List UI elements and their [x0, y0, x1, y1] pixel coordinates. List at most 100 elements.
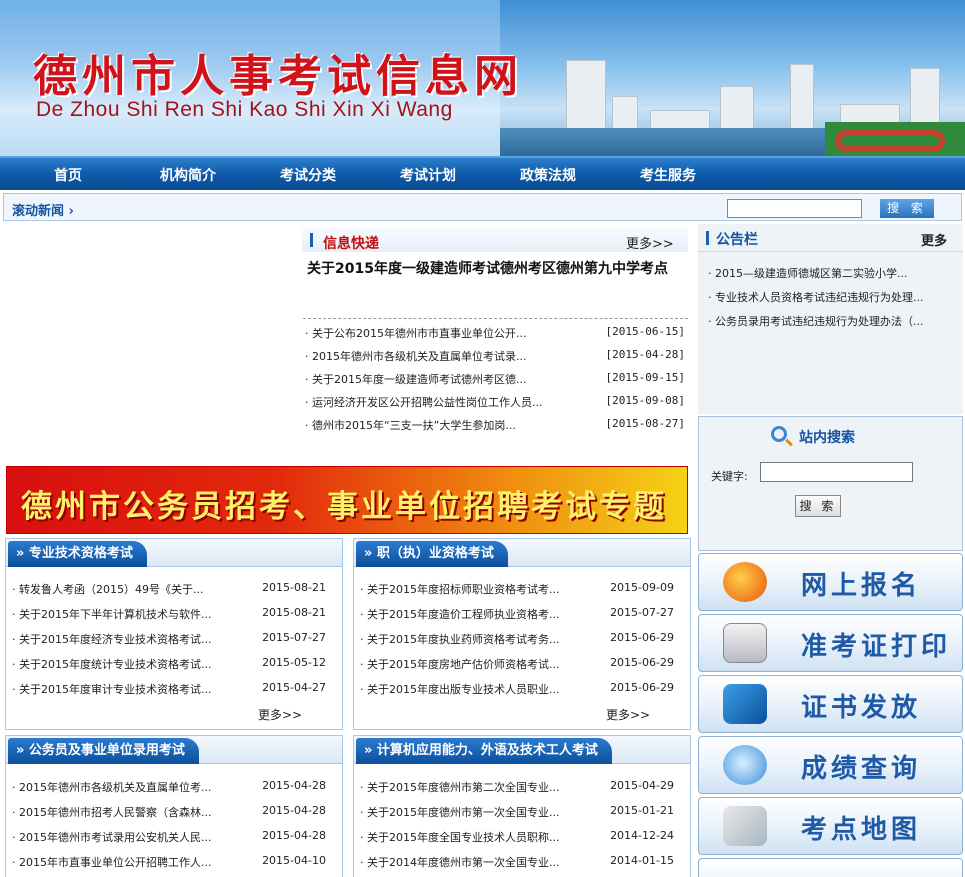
list-item-title: · 关于2015年度出版专业技术人员职业...: [360, 683, 560, 696]
info-express-more-link[interactable]: 更多>>: [626, 233, 674, 252]
notice-more-link[interactable]: 更多: [921, 230, 947, 249]
list-item[interactable]: · 关于2015年度德州市第二次全国专业... 2015-04-29: [360, 779, 682, 797]
list-item-date: 2014-12-24: [610, 829, 674, 842]
list-item-title: · 关于公布2015年德州市市直事业单位公开...: [305, 327, 527, 340]
box-header: » 计算机应用能力、外语及技术工人考试: [354, 736, 690, 764]
list-item-date: 2015-06-29: [610, 631, 674, 644]
service-label: 证书发放: [801, 693, 922, 723]
info-express-header: 信息快递 更多>>: [302, 228, 688, 252]
ticker-label: 滚动新闻 ›: [12, 204, 74, 219]
list-item-title: · 关于2015年度一级建造师考试德州考区德...: [305, 373, 527, 386]
nav-about[interactable]: 机构简介: [160, 165, 216, 185]
nav-exam-plan[interactable]: 考试计划: [400, 165, 456, 185]
exam-site-map-button[interactable]: 考点地图: [698, 797, 963, 855]
list-item[interactable]: · 关于2014年度德州市第一次全国专业... 2014-01-15: [360, 854, 682, 872]
list-item-date: 2014-01-15: [610, 854, 674, 867]
list-item[interactable]: · 2015年德州市各级机关及直属单位考试录... [2015-04-28]: [305, 348, 685, 366]
list-item-title: · 运河经济开发区公开招聘公益性岗位工作人员...: [305, 396, 543, 409]
online-registration-button[interactable]: 网上报名: [698, 553, 963, 611]
info-headline[interactable]: 关于2015年度一级建造师考试德州考区德州第九中学考点: [307, 258, 692, 278]
list-item-date: 2015-04-28: [262, 804, 326, 817]
magnifier-icon: [723, 745, 767, 785]
site-search-panel: 站内搜索 关键字: 搜 索: [698, 416, 963, 551]
nav-policy[interactable]: 政策法规: [520, 165, 576, 185]
nav-exam-categories[interactable]: 考试分类: [280, 165, 336, 185]
list-item[interactable]: · 运河经济开发区公开招聘公益性岗位工作人员... [2015-09-08]: [305, 394, 685, 412]
list-item-title: · 关于2015年度全国专业技术人员职称...: [360, 831, 560, 844]
list-item-date: [2015-06-15]: [605, 325, 685, 338]
list-item[interactable]: · 2015年德州市招考人民警察（含森林... 2015-04-28: [12, 804, 334, 822]
list-item[interactable]: · 2015年德州市各级机关及直属单位考... 2015-04-28: [12, 779, 334, 797]
list-item[interactable]: · 关于2015年度造价工程师执业资格考... 2015-07-27: [360, 606, 682, 624]
list-item[interactable]: · 转发鲁人考函（2015）49号《关于... 2015-08-21: [12, 581, 334, 599]
list-item-title: · 关于2015年度招标师职业资格考试考...: [360, 583, 560, 596]
list-item-date: 2015-04-29: [610, 779, 674, 792]
keyword-input[interactable]: [760, 462, 913, 482]
nav-candidate-services[interactable]: 考生服务: [640, 165, 696, 185]
list-item-date: 2015-08-21: [262, 581, 326, 594]
list-item-title: · 关于2015年度德州市第二次全国专业...: [360, 781, 560, 794]
divider: [303, 318, 688, 319]
list-item[interactable]: · 关于2015年度一级建造师考试德州考区德... [2015-09-15]: [305, 371, 685, 389]
list-item[interactable]: · 关于2015年度执业药师资格考试考务... 2015-06-29: [360, 631, 682, 649]
list-item-title: · 关于2015年度经济专业技术资格考试...: [12, 633, 212, 646]
search-input[interactable]: [727, 199, 862, 218]
site-pinyin: De Zhou Shi Ren Shi Kao Shi Xin Xi Wang: [36, 98, 453, 121]
list-item-date: 2015-04-28: [262, 779, 326, 792]
list-item[interactable]: · 关于2015年度审计专业技术资格考试... 2015-04-27: [12, 681, 334, 699]
list-item-date: [2015-04-28]: [605, 348, 685, 361]
computer-language-exam-box: » 计算机应用能力、外语及技术工人考试 · 关于2015年度德州市第二次全国专业…: [353, 735, 691, 877]
list-item-title: · 关于2015年下半年计算机技术与软件...: [12, 608, 212, 621]
box-header: » 职（执）业资格考试: [354, 539, 690, 567]
list-item[interactable]: · 关于2015年度全国专业技术人员职称... 2014-12-24: [360, 829, 682, 847]
news-ticker-bar: 滚动新闻 › 搜 索: [3, 193, 962, 221]
section-marker: [706, 231, 709, 245]
map-icon: [723, 806, 767, 846]
list-item[interactable]: · 德州市2015年“三支一扶”大学生参加岗... [2015-08-27]: [305, 417, 685, 435]
list-item[interactable]: · 关于公布2015年德州市市直事业单位公开... [2015-06-15]: [305, 325, 685, 343]
civil-servant-exam-box: » 公务员及事业单位录用考试 · 2015年德州市各级机关及直属单位考... 20…: [5, 735, 343, 877]
vocational-qualification-box: » 职（执）业资格考试 · 关于2015年度招标师职业资格考试考... 2015-…: [353, 538, 691, 730]
box-more-link[interactable]: 更多>>: [606, 706, 650, 723]
section-marker: [310, 233, 313, 247]
certificate-issuance-button[interactable]: 证书发放: [698, 675, 963, 733]
info-express-title: 信息快递: [323, 236, 379, 252]
score-query-button[interactable]: 成绩查询: [698, 736, 963, 794]
list-item-date: 2015-06-29: [610, 656, 674, 669]
box-header: » 公务员及事业单位录用考试: [6, 736, 342, 764]
main-nav: 首页 机构简介 考试分类 考试计划 政策法规 考生服务: [0, 156, 965, 190]
list-item[interactable]: · 关于2015年下半年计算机技术与软件... 2015-08-21: [12, 606, 334, 624]
box-title: » 公务员及事业单位录用考试: [8, 738, 199, 764]
list-item[interactable]: · 关于2015年度招标师职业资格考试考... 2015-09-09: [360, 581, 682, 599]
box-more-link[interactable]: 更多>>: [258, 706, 302, 723]
list-item-date: 2015-04-28: [262, 829, 326, 842]
box-title: » 专业技术资格考试: [8, 541, 147, 567]
topic-banner-text: 德州市公务员招考、事业单位招聘考试专题: [21, 489, 667, 525]
list-item[interactable]: · 关于2015年度经济专业技术资格考试... 2015-07-27: [12, 631, 334, 649]
list-item-title: · 德州市2015年“三支一扶”大学生参加岗...: [305, 419, 516, 432]
search-button[interactable]: 搜 索: [880, 199, 934, 218]
notice-item[interactable]: · 公务员录用考试违纪违规行为处理办法（...: [708, 313, 958, 329]
admission-ticket-print-button[interactable]: 准考证打印: [698, 614, 963, 672]
notice-item[interactable]: · 专业技术人员资格考试违纪违规行为处理...: [708, 289, 958, 305]
list-item[interactable]: · 关于2015年度德州市第一次全国专业... 2015-01-21: [360, 804, 682, 822]
nav-home[interactable]: 首页: [54, 165, 82, 185]
service-label: 网上报名: [801, 571, 922, 601]
registration-icon: [723, 562, 767, 602]
list-item-title: · 2015年德州市各级机关及直属单位考试录...: [305, 350, 527, 363]
list-item[interactable]: · 2015年德州市考试录用公安机关人民... 2015-04-28: [12, 829, 334, 847]
list-item[interactable]: · 关于2015年度统计专业技术资格考试... 2015-05-12: [12, 656, 334, 674]
professional-qualification-box: » 专业技术资格考试 · 转发鲁人考函（2015）49号《关于... 2015-0…: [5, 538, 343, 730]
keyword-label: 关键字:: [711, 470, 748, 483]
notice-header: 公告栏 更多: [698, 224, 963, 252]
list-item[interactable]: · 关于2015年度房地产估价师资格考试... 2015-06-29: [360, 656, 682, 674]
box-title: » 职（执）业资格考试: [356, 541, 508, 567]
list-item-date: 2015-01-21: [610, 804, 674, 817]
notice-item[interactable]: · 2015—级建造师德城区第二实验小学...: [708, 265, 958, 281]
service-label: 考点地图: [801, 815, 922, 845]
site-search-button[interactable]: 搜 索: [795, 495, 841, 517]
list-item[interactable]: · 关于2015年度出版专业技术人员职业... 2015-06-29: [360, 681, 682, 699]
service-button-partial[interactable]: [698, 858, 963, 877]
list-item[interactable]: · 2015年市直事业单位公开招聘工作人... 2015-04-10: [12, 854, 334, 872]
recruitment-topic-banner[interactable]: 德州市公务员招考、事业单位招聘考试专题: [6, 466, 688, 534]
